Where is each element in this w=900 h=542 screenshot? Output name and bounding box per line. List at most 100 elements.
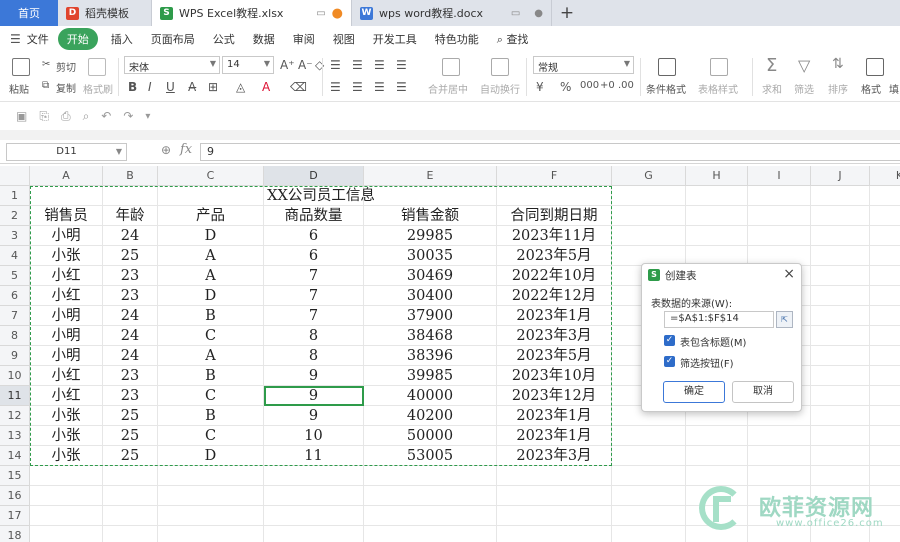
cell-f7[interactable]: 2023年1月 <box>497 306 612 326</box>
cell-k14[interactable] <box>870 446 900 466</box>
cell-e6[interactable]: 30400 <box>364 286 497 306</box>
cell-i1[interactable] <box>748 186 811 206</box>
print-icon[interactable]: ⎙ <box>61 109 71 124</box>
fill-button[interactable]: 填 <box>889 81 899 96</box>
cell-a5[interactable]: 小红 <box>30 266 103 286</box>
cell-e16[interactable] <box>364 486 497 506</box>
column-header-a[interactable]: A <box>30 166 103 186</box>
cell-e17[interactable] <box>364 506 497 526</box>
row-header-11[interactable]: 11 <box>0 386 30 406</box>
cell-a4[interactable]: 小张 <box>30 246 103 266</box>
menu-formula[interactable]: 公式 <box>204 28 244 50</box>
row-header-15[interactable]: 15 <box>0 466 30 486</box>
cell-a13[interactable]: 小张 <box>30 426 103 446</box>
cell-c17[interactable] <box>158 506 264 526</box>
cell-j12[interactable] <box>811 406 870 426</box>
cell-d16[interactable] <box>264 486 364 506</box>
cell-h2[interactable] <box>686 206 748 226</box>
close-icon[interactable]: × <box>783 266 795 282</box>
cell-e14[interactable]: 53005 <box>364 446 497 466</box>
font-shrink-icon[interactable]: A⁻ <box>298 58 313 72</box>
column-header-i[interactable]: I <box>748 166 811 186</box>
align-justify-icon[interactable]: ☰ <box>396 58 407 72</box>
fx-button[interactable]: fx <box>180 142 192 157</box>
tab-excel-file[interactable]: S WPS Excel教程.xlsx ▭ ● <box>152 0 352 26</box>
redo-icon[interactable]: ↷ <box>123 109 133 123</box>
cell-f4[interactable]: 2023年5月 <box>497 246 612 266</box>
column-header-g[interactable]: G <box>612 166 686 186</box>
source-range-input[interactable]: =$A$1:$F$14 <box>664 311 774 328</box>
row-header-9[interactable]: 9 <box>0 346 30 366</box>
cell-d17[interactable] <box>264 506 364 526</box>
cell-c16[interactable] <box>158 486 264 506</box>
cell-e4[interactable]: 30035 <box>364 246 497 266</box>
cell-f10[interactable]: 2023年10月 <box>497 366 612 386</box>
menu-view[interactable]: 视图 <box>324 28 364 50</box>
row-header-8[interactable]: 8 <box>0 326 30 346</box>
cell-d10[interactable]: 9 <box>264 366 364 386</box>
cell-b13[interactable]: 25 <box>103 426 158 446</box>
format-painter-icon[interactable] <box>88 58 106 76</box>
column-header-h[interactable]: H <box>686 166 748 186</box>
cell-g17[interactable] <box>612 506 686 526</box>
cell-a14[interactable]: 小张 <box>30 446 103 466</box>
eraser-icon[interactable]: ⌫ <box>290 80 307 94</box>
cell-b10[interactable]: 23 <box>103 366 158 386</box>
cell-c3[interactable]: D <box>158 226 264 246</box>
wrap-text-icon[interactable] <box>491 58 509 76</box>
align-left-icon[interactable]: ☰ <box>330 80 341 94</box>
cell-k1[interactable] <box>870 186 900 206</box>
row-header-17[interactable]: 17 <box>0 506 30 526</box>
cell-k2[interactable] <box>870 206 900 226</box>
cell-d6[interactable]: 7 <box>264 286 364 306</box>
cell-b16[interactable] <box>103 486 158 506</box>
cell-h1[interactable] <box>686 186 748 206</box>
cell-b6[interactable]: 23 <box>103 286 158 306</box>
cell-k7[interactable] <box>870 306 900 326</box>
row-header-2[interactable]: 2 <box>0 206 30 226</box>
tab-home[interactable]: 首页 <box>0 0 58 26</box>
cell-a11[interactable]: 小红 <box>30 386 103 406</box>
column-header-b[interactable]: B <box>103 166 158 186</box>
sum-button[interactable]: 求和 <box>762 81 782 96</box>
row-header-12[interactable]: 12 <box>0 406 30 426</box>
cell-c15[interactable] <box>158 466 264 486</box>
conditional-format-button[interactable]: 条件格式 <box>646 81 686 96</box>
ok-button[interactable]: 确定 <box>663 381 725 403</box>
font-color-icon[interactable]: A <box>262 80 270 94</box>
cell-j11[interactable] <box>811 386 870 406</box>
row-header-14[interactable]: 14 <box>0 446 30 466</box>
cell-e2[interactable]: 销售金额 <box>364 206 497 226</box>
cell-g15[interactable] <box>612 466 686 486</box>
cell-f9[interactable]: 2023年5月 <box>497 346 612 366</box>
cell-b3[interactable]: 24 <box>103 226 158 246</box>
cell-c8[interactable]: C <box>158 326 264 346</box>
table-style-button[interactable]: 表格样式 <box>698 81 738 96</box>
save-icon[interactable]: ▣ <box>16 109 27 123</box>
cell-e10[interactable]: 39985 <box>364 366 497 386</box>
menu-search[interactable]: ⌕ 查找 <box>488 28 538 50</box>
cell-d13[interactable]: 10 <box>264 426 364 446</box>
cell-d4[interactable]: 6 <box>264 246 364 266</box>
percent-icon[interactable]: % <box>560 80 571 94</box>
cell-d18[interactable] <box>264 526 364 542</box>
row-header-7[interactable]: 7 <box>0 306 30 326</box>
cut-button[interactable]: 剪切 <box>56 59 76 74</box>
cell-k11[interactable] <box>870 386 900 406</box>
filter-button[interactable]: 筛选 <box>794 81 814 96</box>
column-header-f[interactable]: F <box>497 166 612 186</box>
cell-k13[interactable] <box>870 426 900 446</box>
cell-f17[interactable] <box>497 506 612 526</box>
currency-icon[interactable]: ¥ <box>536 80 544 94</box>
cell-k5[interactable] <box>870 266 900 286</box>
cell-a15[interactable] <box>30 466 103 486</box>
cell-c6[interactable]: D <box>158 286 264 306</box>
export-icon[interactable]: ⎘ <box>39 109 49 124</box>
cell-k9[interactable] <box>870 346 900 366</box>
cell-g2[interactable] <box>612 206 686 226</box>
cell-b7[interactable]: 24 <box>103 306 158 326</box>
cell-a2[interactable]: 销售员 <box>30 206 103 226</box>
cell-i14[interactable] <box>748 446 811 466</box>
merge-center-icon[interactable] <box>442 58 460 76</box>
cell-d2[interactable]: 商品数量 <box>264 206 364 226</box>
